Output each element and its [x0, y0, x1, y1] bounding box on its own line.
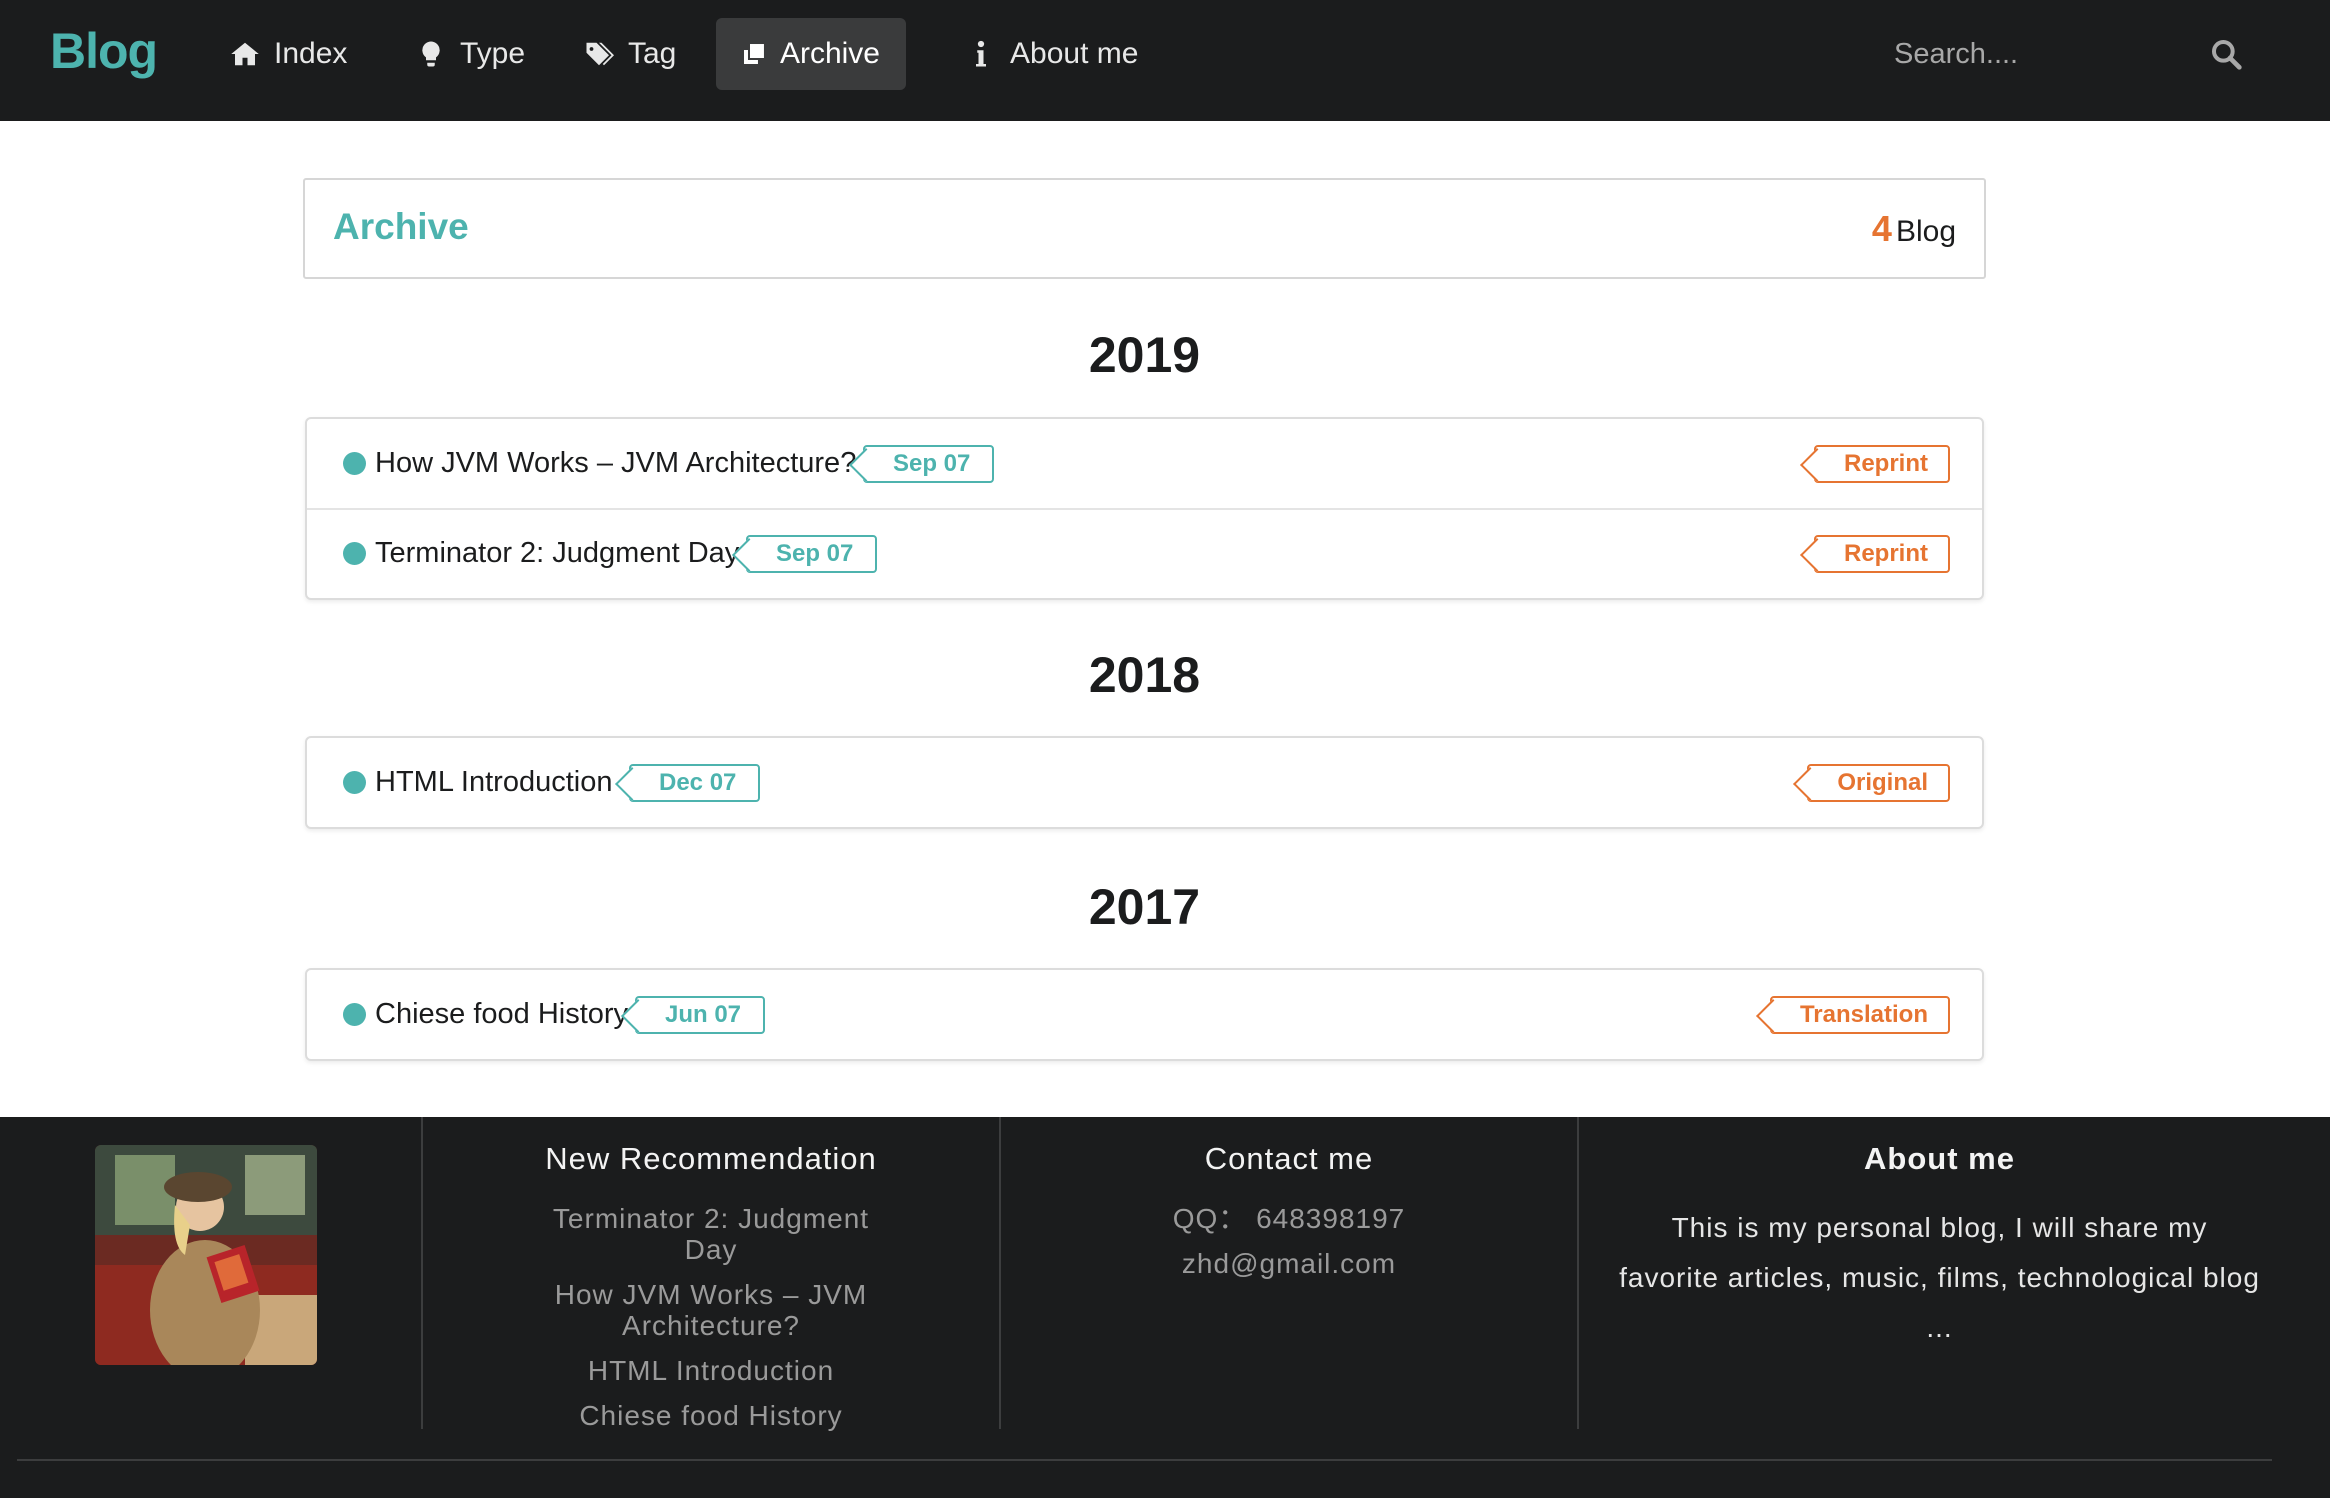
tags-icon — [586, 42, 614, 66]
blog-count-label: Blog — [1895, 215, 1956, 248]
archive-header: Archive 4 Blog — [303, 178, 1986, 279]
type-label: Reprint — [1844, 539, 1928, 567]
clone-icon — [743, 44, 764, 64]
post-title-link[interactable]: Terminator 2: Judgment Day — [375, 537, 739, 570]
recommendation-link[interactable]: HTML Introduction — [523, 1355, 899, 1386]
footer-contact: Contact me QQ： 648398197 zhd@gmail.com — [999, 1117, 1577, 1429]
date-label: Jun 07 — [665, 1000, 742, 1028]
bullet-dot — [343, 452, 366, 475]
list-item: HTML Introduction Dec 07 Original — [307, 738, 1982, 827]
recommendation-link[interactable]: Chiese food History — [523, 1400, 899, 1431]
type-tag[interactable]: Original — [1807, 763, 1950, 802]
date-tag: Jun 07 — [635, 995, 766, 1034]
nav-item-label: Archive — [779, 37, 880, 70]
contact-qq: QQ： 648398197 — [1172, 1203, 1406, 1234]
avatar — [95, 1145, 317, 1365]
about-title: About me — [1864, 1141, 2015, 1176]
recommendation-link[interactable]: Terminator 2: Judgment Day — [523, 1203, 899, 1265]
year-heading: 2018 — [1088, 647, 1201, 703]
list-item: Chiese food History Jun 07 Translation — [307, 970, 1982, 1059]
date-tag: Dec 07 — [629, 763, 761, 802]
list-item: How JVM Works – JVM Architecture? Sep 07… — [307, 419, 1982, 508]
post-title-link[interactable]: HTML Introduction — [375, 766, 612, 799]
nav-item-tag[interactable]: Tag — [558, 18, 702, 90]
search-icon[interactable] — [2210, 38, 2242, 70]
list-item: Terminator 2: Judgment Day Sep 07 Reprin… — [307, 508, 1982, 597]
blog-count-number: 4 — [1871, 208, 1892, 249]
top-nav: Blog Index Type Tag Archive About me — [0, 0, 2330, 121]
recommendation-title: New Recommendation — [545, 1141, 877, 1176]
recommendation-link[interactable]: How JVM Works – JVM Architecture? — [523, 1279, 899, 1341]
brand-logo[interactable]: Blog — [50, 22, 158, 80]
nav-item-label: Type — [460, 37, 526, 70]
year-heading: 2017 — [1088, 879, 1201, 935]
contact-title: Contact me — [1204, 1141, 1374, 1176]
footer-about: About me This is my personal blog, I wil… — [1577, 1117, 2300, 1429]
post-title-link[interactable]: Chiese food History — [375, 998, 628, 1031]
footer-recommendation: New Recommendation Terminator 2: Judgmen… — [421, 1117, 999, 1431]
date-label: Dec 07 — [659, 768, 737, 796]
nav-item-index[interactable]: Index — [204, 18, 373, 90]
search-box — [1870, 24, 2260, 84]
bullet-dot — [343, 771, 366, 794]
type-tag[interactable]: Translation — [1769, 995, 1950, 1034]
bullet-dot — [343, 1003, 366, 1026]
nav-item-label: Index — [274, 37, 348, 70]
nav-item-type[interactable]: Type — [390, 18, 551, 90]
year-group-2019: How JVM Works – JVM Architecture? Sep 07… — [305, 417, 1984, 600]
bullet-dot — [343, 542, 366, 565]
post-title-link[interactable]: How JVM Works – JVM Architecture? — [375, 447, 856, 480]
year-group-2017: Chiese food History Jun 07 Translation — [305, 968, 1984, 1061]
nav-item-archive[interactable]: Archive — [716, 18, 906, 90]
date-label: Sep 07 — [776, 539, 854, 567]
year-group-2018: HTML Introduction Dec 07 Original — [305, 736, 1984, 829]
nav-item-label: About me — [1010, 37, 1139, 70]
archive-title: Archive — [333, 206, 469, 247]
type-tag[interactable]: Reprint — [1814, 534, 1950, 573]
type-tag[interactable]: Reprint — [1814, 444, 1950, 483]
footer-divider — [17, 1459, 2272, 1461]
type-label: Original — [1837, 768, 1928, 796]
date-tag: Sep 07 — [746, 534, 878, 573]
type-label: Translation — [1799, 1000, 1928, 1028]
lightbulb-icon — [422, 41, 440, 67]
nav-item-label: Tag — [628, 37, 677, 70]
contact-email[interactable]: zhd@gmail.com — [1001, 1248, 1577, 1279]
date-label: Sep 07 — [893, 449, 971, 477]
blog-count: 4 Blog — [1872, 208, 1956, 250]
about-text: This is my personal blog, I will share m… — [1619, 1212, 2260, 1343]
home-icon — [231, 42, 259, 66]
date-tag: Sep 07 — [863, 444, 995, 483]
footer: New Recommendation Terminator 2: Judgmen… — [0, 1117, 2330, 1498]
nav-item-about[interactable]: About me — [940, 18, 1164, 90]
year-heading: 2019 — [1088, 327, 1201, 383]
type-label: Reprint — [1844, 449, 1928, 477]
search-input[interactable] — [1870, 24, 2170, 84]
info-icon — [976, 40, 986, 67]
